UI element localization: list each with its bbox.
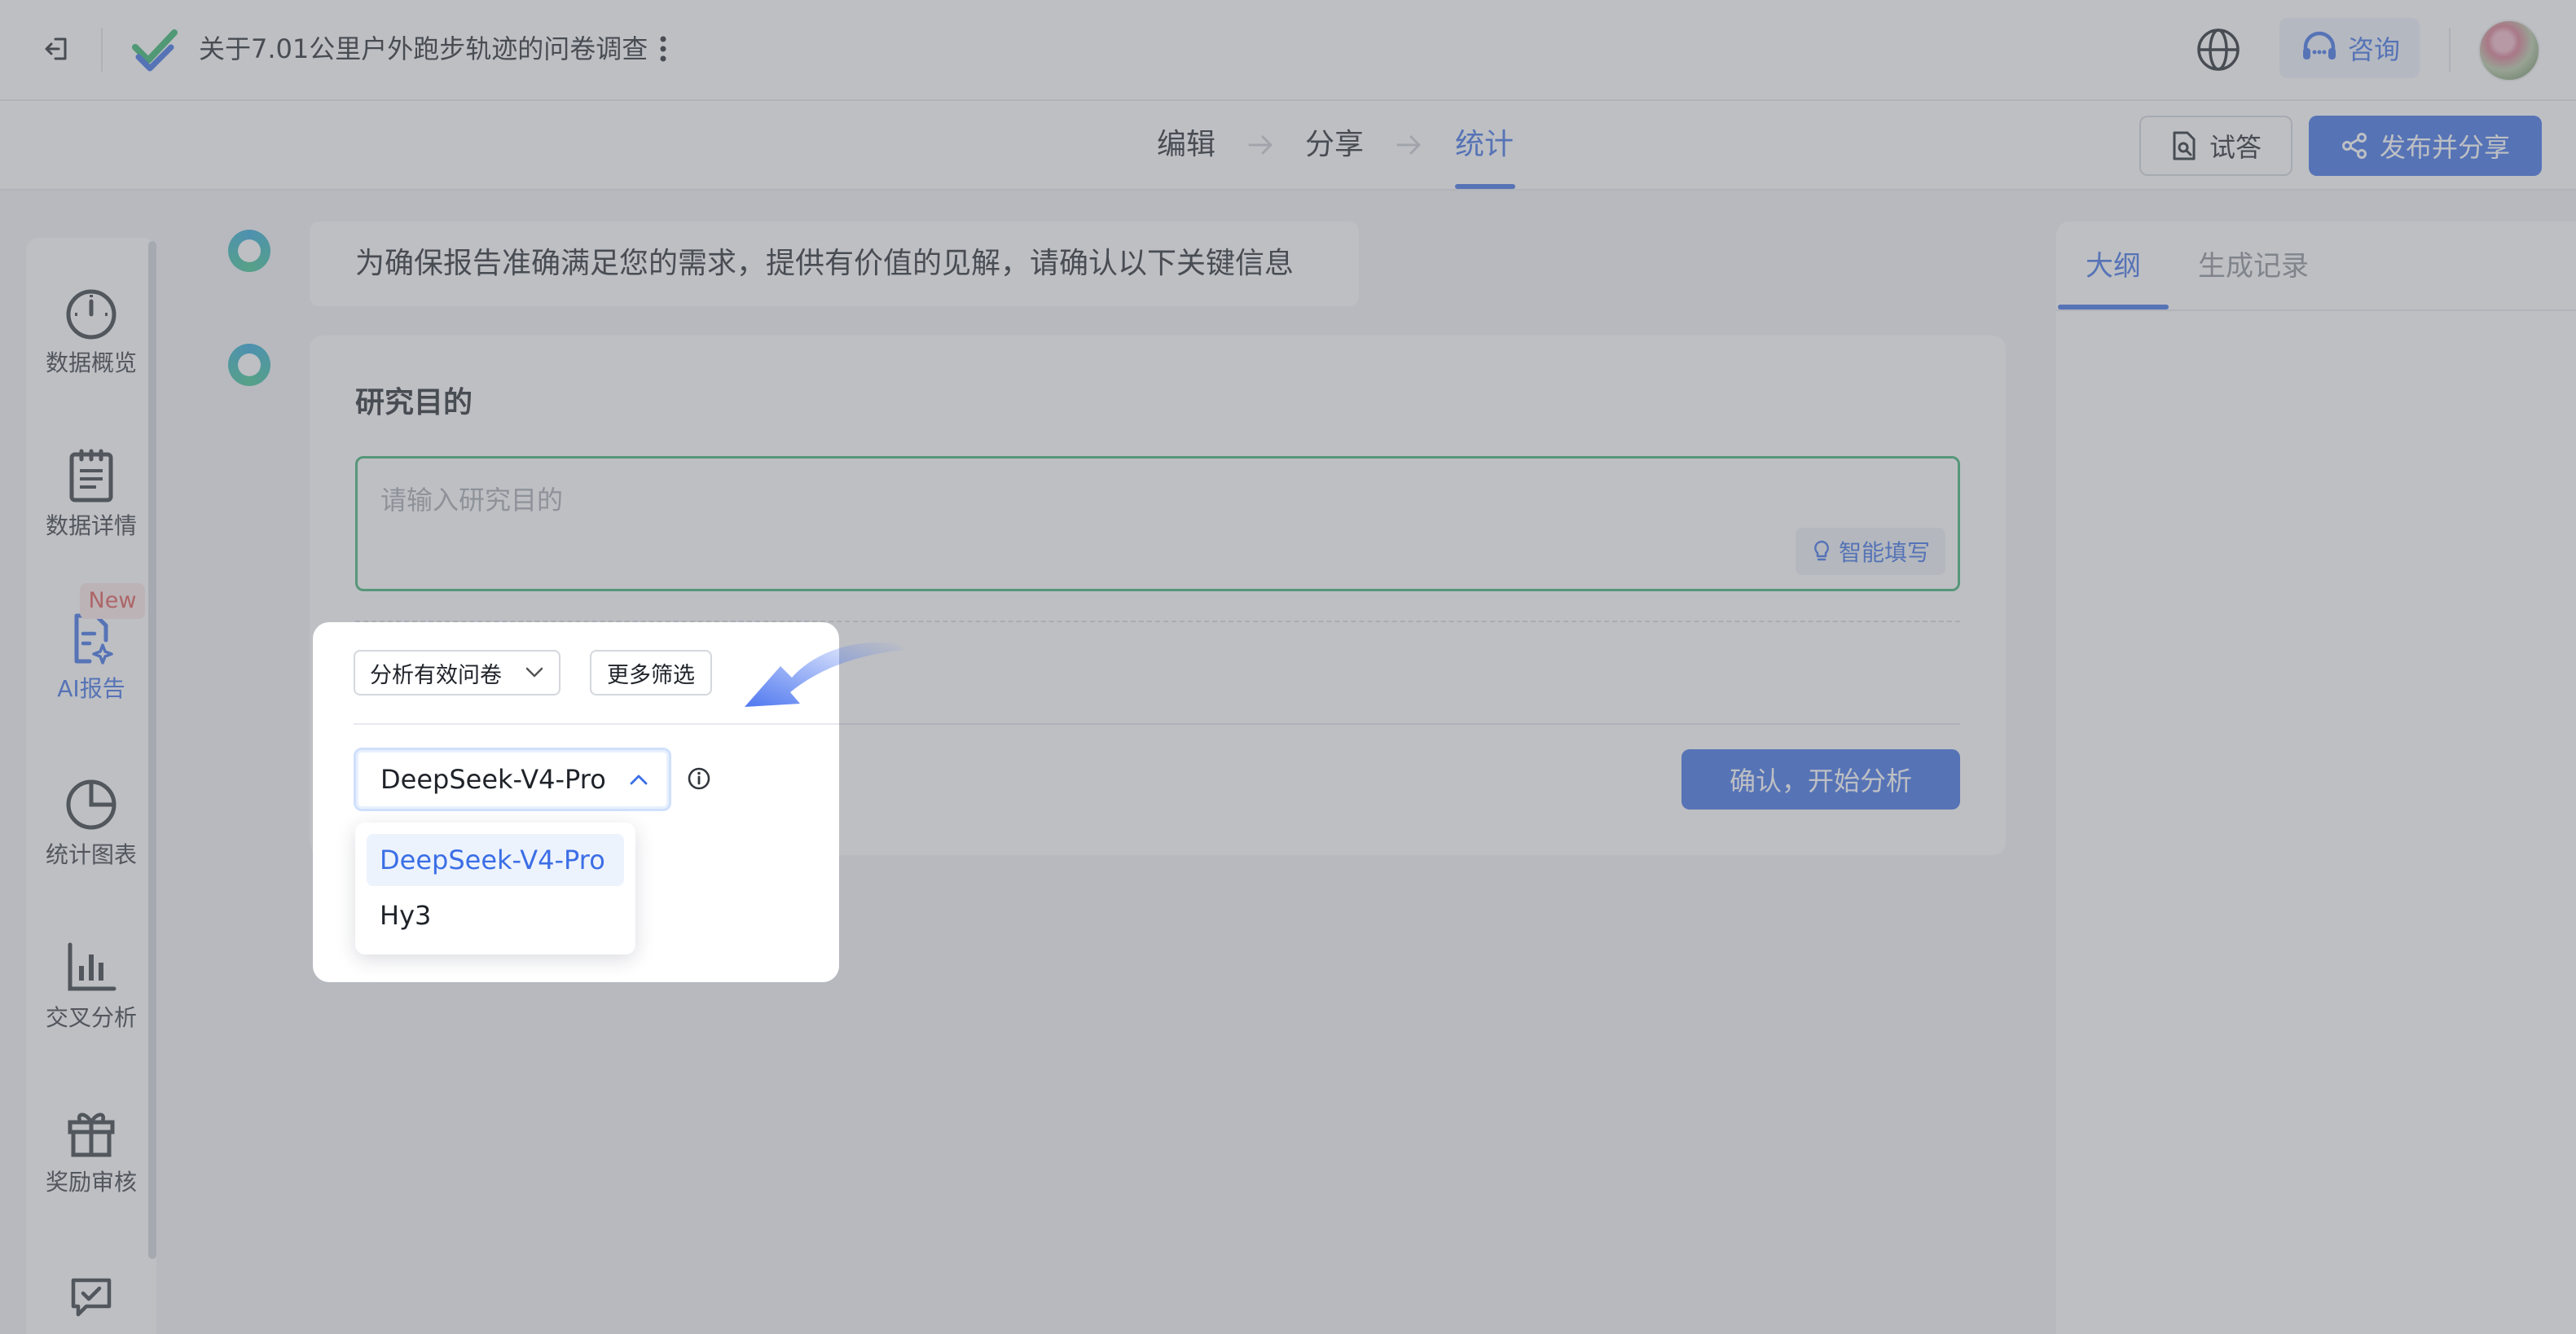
divider (354, 723, 839, 725)
hint-arrow-icon (745, 642, 904, 707)
analysis-filter-select[interactable]: 分析有效问卷 (354, 650, 560, 696)
chevron-up-icon (630, 775, 648, 785)
model-select-value: DeepSeek-V4-Pro (380, 764, 606, 795)
more-filters-button[interactable]: 更多筛选 (590, 650, 712, 696)
model-option-deepseek-v4-pro[interactable]: DeepSeek-V4-Pro (367, 834, 624, 886)
model-option-hy3[interactable]: Hy3 (367, 889, 624, 941)
model-select[interactable]: DeepSeek-V4-Pro (354, 748, 671, 811)
model-dropdown-menu: DeepSeek-V4-Pro Hy3 (355, 823, 635, 954)
info-icon[interactable] (686, 766, 712, 792)
chevron-down-icon (525, 667, 543, 678)
filter-select-value: 分析有效问卷 (370, 662, 502, 688)
